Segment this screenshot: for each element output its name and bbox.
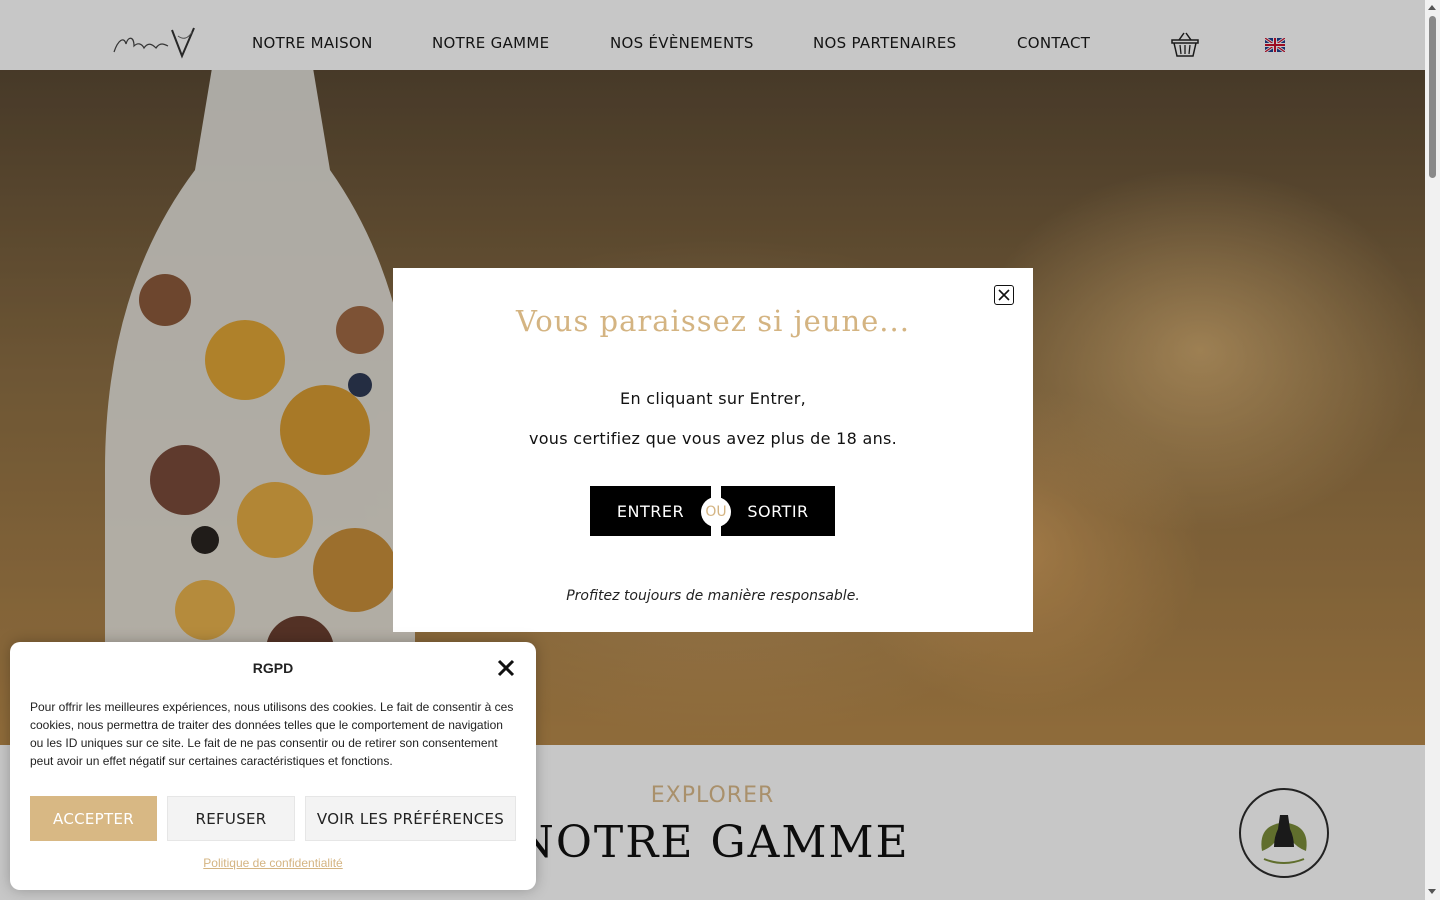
cookie-consent-banner: RGPD Pour offrir les meilleures expérien… xyxy=(10,642,536,890)
scrollbar-thumb[interactable] xyxy=(1429,16,1436,178)
refuse-cookies-button[interactable]: REFUSER xyxy=(167,796,295,841)
close-icon xyxy=(998,289,1010,301)
accept-cookies-button[interactable]: ACCEPTER xyxy=(30,796,157,841)
exit-button[interactable]: SORTIR xyxy=(721,486,835,536)
privacy-policy-link[interactable]: Politique de confidentialité xyxy=(10,856,536,870)
modal-text-line-2: vous certifiez que vous avez plus de 18 … xyxy=(528,429,898,448)
age-verification-modal: Vous paraissez si jeune... En cliquant s… xyxy=(393,268,1033,632)
cookie-title: RGPD xyxy=(252,660,294,676)
or-separator: OU xyxy=(701,497,731,527)
modal-text-line-1: En cliquant sur Entrer, xyxy=(620,389,806,408)
modal-title: Vous paraissez si jeune... xyxy=(516,304,910,338)
cookie-close-icon[interactable] xyxy=(496,658,516,678)
scroll-down-arrow-icon[interactable] xyxy=(1428,889,1436,894)
page-scrollbar[interactable] xyxy=(1425,0,1440,900)
enter-button[interactable]: ENTRER xyxy=(590,486,711,536)
view-preferences-button[interactable]: VOIR LES PRÉFÉRENCES xyxy=(305,796,516,841)
modal-close-button[interactable] xyxy=(994,285,1014,305)
scroll-up-arrow-icon[interactable] xyxy=(1428,5,1436,10)
cookie-description: Pour offrir les meilleures expériences, … xyxy=(30,700,514,768)
page: NOTRE MAISON NOTRE GAMME NOS ÉVÈNEMENTS … xyxy=(0,0,1440,900)
responsible-drinking-note: Profitez toujours de manière responsable… xyxy=(566,588,860,604)
